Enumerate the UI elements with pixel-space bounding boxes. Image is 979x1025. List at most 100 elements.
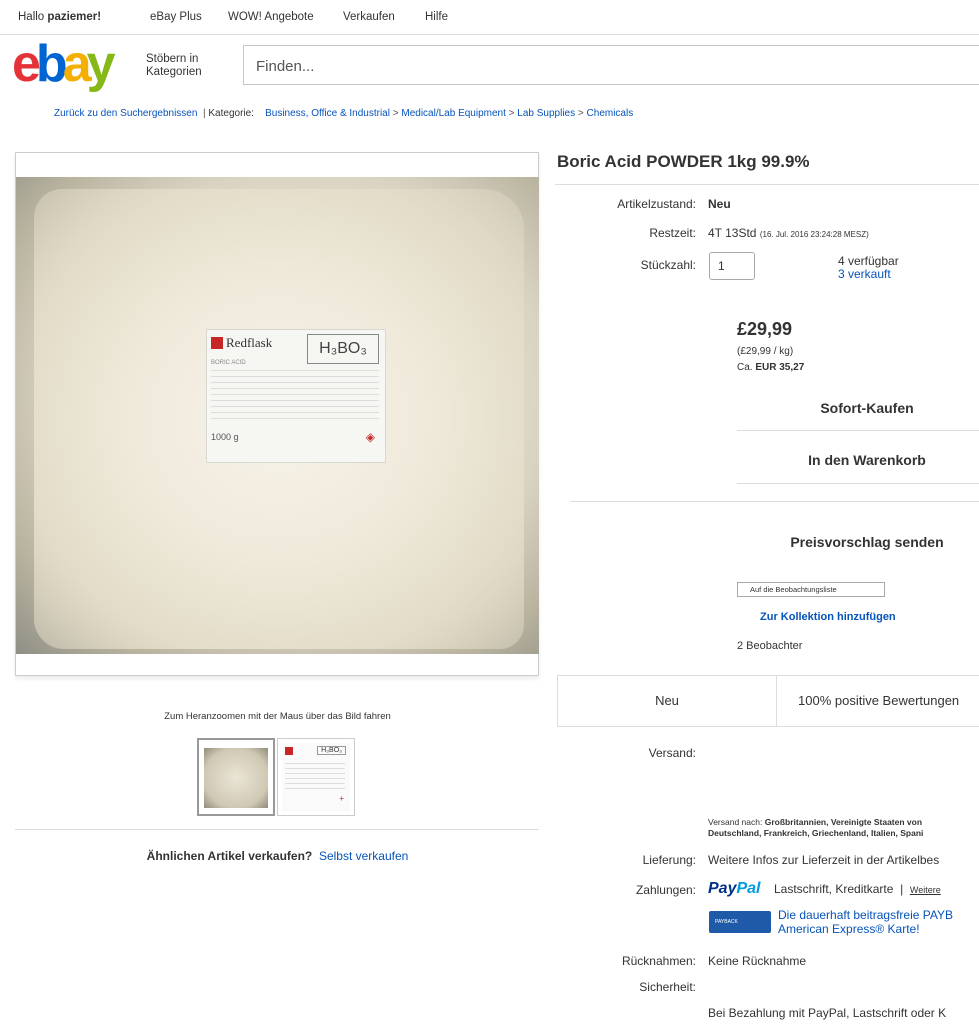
ebay-plus-link[interactable]: eBay Plus — [150, 11, 202, 23]
label-formula: H₃BO₃ — [307, 334, 379, 364]
returns-value: Keine Rücknahme — [708, 954, 807, 968]
label-fine-print — [211, 370, 379, 420]
crumb-chemicals[interactable]: Chemicals — [587, 108, 634, 119]
thumb-hazard-icon: + — [339, 794, 344, 803]
time-left-text: 4T 13Std — [708, 226, 757, 240]
sell-link[interactable]: Verkaufen — [343, 11, 395, 23]
time-left-value: 4T 13Std (16. Jul. 2016 23:24:28 MESZ) — [708, 226, 869, 240]
payment-label: Zahlungen: — [635, 883, 696, 897]
zoom-hint: Zum Heranzoomen mit der Maus über das Bi… — [164, 711, 391, 722]
divider — [555, 184, 979, 185]
returns-label: Rücknahmen: — [621, 954, 696, 968]
security-label: Sicherheit: — [639, 980, 696, 994]
quantity-input[interactable]: 1 — [709, 252, 755, 280]
label-brand-text: Redflask — [226, 335, 273, 350]
search-box — [243, 45, 979, 86]
search-input[interactable] — [244, 46, 979, 86]
divider — [737, 430, 979, 431]
payment-separator: | — [900, 882, 904, 896]
thumb-fine-print — [285, 763, 345, 793]
crumb-separator: | — [202, 108, 206, 119]
wow-deals-link[interactable]: WOW! Angebote — [228, 11, 314, 23]
sell-yourself-link[interactable]: Selbst verkaufen — [319, 849, 408, 863]
shipping-label: Versand: — [648, 746, 696, 760]
thumbnail-2[interactable]: H₃BO₃ + — [277, 738, 355, 816]
logo-letter-e: e — [12, 35, 41, 93]
delivery-label: Lieferung: — [642, 853, 696, 867]
label-name: BORIC ACID — [211, 360, 246, 366]
thumbnail-bag-image — [204, 748, 268, 808]
greeting-prefix: Hallo — [18, 11, 45, 23]
ship-to-line2: Deutschland, Frankreich, Griechenland, I… — [708, 828, 924, 838]
main-image-frame[interactable]: Redflask H₃BO₃ BORIC ACID 1000 g ◈ — [15, 152, 539, 676]
condition-value: Neu — [708, 197, 731, 211]
time-left-label: Restzeit: — [649, 226, 696, 240]
sold-count-link[interactable]: 3 verkauft — [838, 268, 899, 281]
payback-line2: American Express® Karte! — [778, 922, 920, 936]
product-photo[interactable]: Redflask H₃BO₃ BORIC ACID 1000 g ◈ — [16, 177, 539, 654]
security-value: Bei Bezahlung mit PayPal, Lastschrift od… — [708, 1006, 947, 1020]
watchers-count: 2 Beobachter — [737, 640, 803, 652]
browse-line2: Kategorien — [146, 66, 202, 78]
crumb-arrow: > — [577, 108, 584, 119]
back-to-results-link[interactable]: Zurück zu den Suchergebnissen — [54, 108, 197, 119]
payback-promo-link[interactable]: Die dauerhaft beitragsfreie PAYB America… — [778, 908, 953, 936]
make-offer-button[interactable]: Preisvorschlag senden — [737, 520, 979, 564]
condition-label: Artikelzustand: — [617, 197, 696, 211]
thumbnail-1[interactable] — [197, 738, 275, 816]
ebay-logo[interactable]: ebay — [12, 35, 116, 93]
logo-letter-b: b — [35, 35, 68, 93]
paypal-logo-icon: PayPal — [708, 880, 760, 898]
payment-methods-text: Lastschrift, Kreditkarte — [774, 882, 894, 896]
sell-similar: Ähnlichen Artikel verkaufen? Selbst verk… — [0, 849, 555, 863]
thumb-brand-icon — [285, 747, 293, 755]
thumbnail-label-image: H₃BO₃ + — [282, 743, 350, 811]
payback-line1: Die dauerhaft beitragsfreie PAYB — [778, 908, 953, 922]
seller-info-box: Neu 100% positive Bewertungen — [557, 675, 979, 727]
hazard-icon: ◈ — [365, 430, 375, 444]
availability: 4 verfügbar 3 verkauft — [838, 255, 899, 281]
delivery-value: Weitere Infos zur Lieferzeit in der Arti… — [708, 853, 940, 867]
browse-line1: Stöbern in — [146, 53, 199, 65]
divider — [737, 483, 979, 484]
paypal-b: Pal — [736, 880, 761, 897]
item-title: Boric Acid POWDER 1kg 99.9% — [557, 152, 810, 171]
username-link[interactable]: paziemer! — [47, 11, 101, 23]
browse-categories-button[interactable]: Stöbern in Kategorien — [146, 53, 202, 79]
buy-now-button[interactable]: Sofort-Kaufen — [737, 386, 979, 430]
crumb-lab-supplies[interactable]: Lab Supplies — [517, 108, 575, 119]
category-label: Kategorie: — [208, 108, 254, 119]
quantity-label: Stückzahl: — [640, 258, 696, 272]
seller-feedback: 100% positive Bewertungen — [798, 693, 960, 708]
help-link[interactable]: Hilfe — [425, 11, 448, 23]
paypal-a: Pay — [708, 880, 737, 897]
add-to-cart-button[interactable]: In den Warenkorb — [737, 438, 979, 482]
ship-to-prefix: Versand nach: — [708, 817, 763, 827]
payment-more-link[interactable]: Weitere — [910, 885, 941, 895]
crumb-medical[interactable]: Medical/Lab Equipment — [401, 108, 506, 119]
divider — [570, 501, 979, 502]
brand-logo-icon — [211, 337, 223, 349]
crumb-business[interactable]: Business, Office & Industrial — [265, 108, 390, 119]
logo-letter-y: y — [86, 35, 116, 93]
label-brand: Redflask — [211, 335, 272, 351]
add-to-watchlist-button[interactable]: Auf die Beobachtungsliste — [737, 582, 885, 597]
greeting: Hallo paziemer! — [18, 11, 101, 23]
crumb-arrow: > — [392, 108, 399, 119]
add-to-collection-link[interactable]: Zur Kollektion hinzufügen — [760, 611, 896, 623]
price: £29,99 — [737, 319, 793, 339]
ship-to-line1: Großbritannien, Vereinigte Staaten von — [764, 817, 923, 827]
payback-card-icon: PAYBACK — [709, 911, 771, 933]
label-weight: 1000 g — [211, 432, 239, 442]
seller-condition: Neu — [558, 676, 777, 726]
end-date: (16. Jul. 2016 23:24:28 MESZ) — [759, 230, 869, 239]
top-bar: Hallo paziemer! eBay Plus WOW! Angebote … — [0, 0, 979, 35]
price-per-kg: (£29,99 / kg) — [737, 346, 794, 357]
divider — [15, 829, 539, 830]
sell-similar-question: Ähnlichen Artikel verkaufen? — [146, 849, 313, 863]
ship-to: Versand nach: Großbritannien, Vereinigte… — [708, 817, 923, 839]
logo-letter-a: a — [62, 35, 92, 93]
breadcrumb: Zurück zu den Suchergebnissen | Kategori… — [54, 108, 633, 119]
payment-methods: Lastschrift, Kreditkarte | Weitere — [774, 882, 941, 896]
eur-prefix: Ca. — [737, 362, 753, 373]
